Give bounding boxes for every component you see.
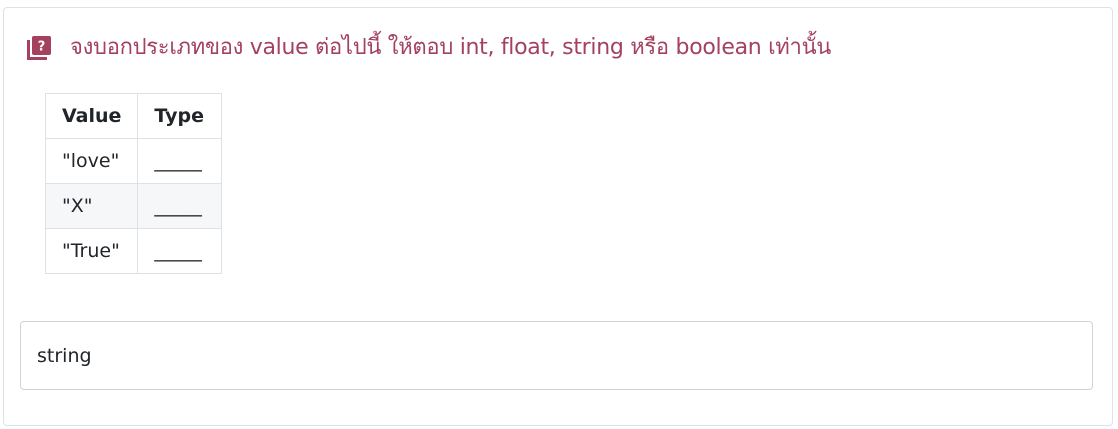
answer-text: string <box>37 344 92 367</box>
answer-input[interactable]: string <box>20 321 1093 390</box>
svg-text:?: ? <box>38 40 46 55</box>
cell-value: "love" <box>44 138 139 184</box>
question-header: ? จงบอกประเภทของ value ต่อไปนี้ ให้ตอบ i… <box>26 34 831 62</box>
table-row: "love" _____ <box>44 138 223 184</box>
table-header-row: Value Type <box>44 93 223 139</box>
values-table: Value Type "love" _____ "X" _____ "True"… <box>44 93 223 274</box>
table-row: "True" _____ <box>44 228 223 274</box>
question-title: จงบอกประเภทของ value ต่อไปนี้ ให้ตอบ int… <box>70 35 832 60</box>
column-header-value: Value <box>44 93 139 139</box>
cell-value: "True" <box>44 228 139 274</box>
cell-value: "X" <box>44 183 139 229</box>
cell-type: _____ <box>137 228 223 274</box>
column-header-type: Type <box>137 93 223 139</box>
question-book-icon: ? <box>27 36 51 60</box>
table-row: "X" _____ <box>44 183 223 229</box>
cell-type: _____ <box>137 183 223 229</box>
cell-type: _____ <box>137 138 223 184</box>
